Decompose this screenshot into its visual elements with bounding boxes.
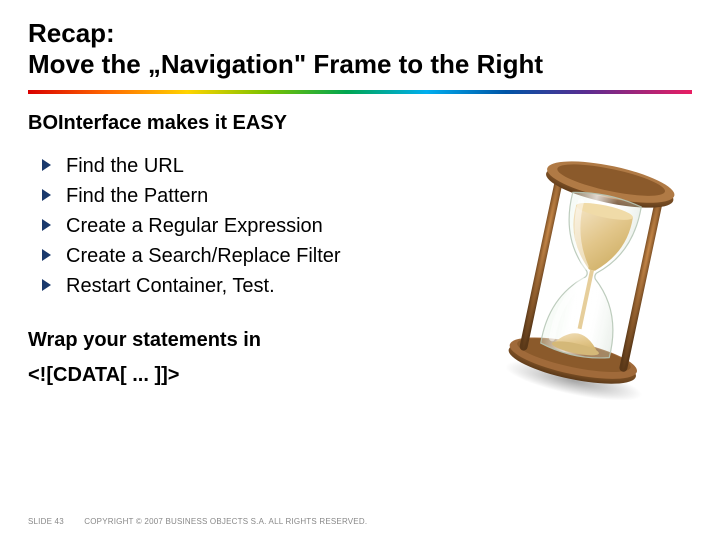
rainbow-divider	[28, 90, 692, 94]
slide-title: Recap: Move the „Navigation" Frame to th…	[28, 18, 692, 80]
bullet-text: Find the Pattern	[66, 185, 208, 207]
bullet-arrow-icon	[42, 249, 51, 261]
bullet-text: Create a Regular Expression	[66, 215, 323, 237]
title-line-1: Recap:	[28, 18, 115, 48]
bullet-arrow-icon	[42, 279, 51, 291]
footer: SLIDE 43 COPYRIGHT © 2007 BUSINESS OBJEC…	[28, 517, 367, 526]
bullet-arrow-icon	[42, 219, 51, 231]
subtitle: BOInterface makes it EASY	[28, 112, 692, 135]
hourglass-image	[496, 150, 686, 400]
title-line-2: Move the „Navigation" Frame to the Right	[28, 49, 543, 79]
slide-number: SLIDE 43	[28, 517, 64, 526]
bullet-text: Find the URL	[66, 155, 184, 177]
bullet-text: Restart Container, Test.	[66, 275, 275, 297]
bullet-arrow-icon	[42, 159, 51, 171]
copyright-text: COPYRIGHT © 2007 BUSINESS OBJECTS S.A. A…	[84, 517, 367, 526]
slide-container: Recap: Move the „Navigation" Frame to th…	[0, 0, 720, 540]
bullet-arrow-icon	[42, 189, 51, 201]
bullet-text: Create a Search/Replace Filter	[66, 245, 341, 267]
